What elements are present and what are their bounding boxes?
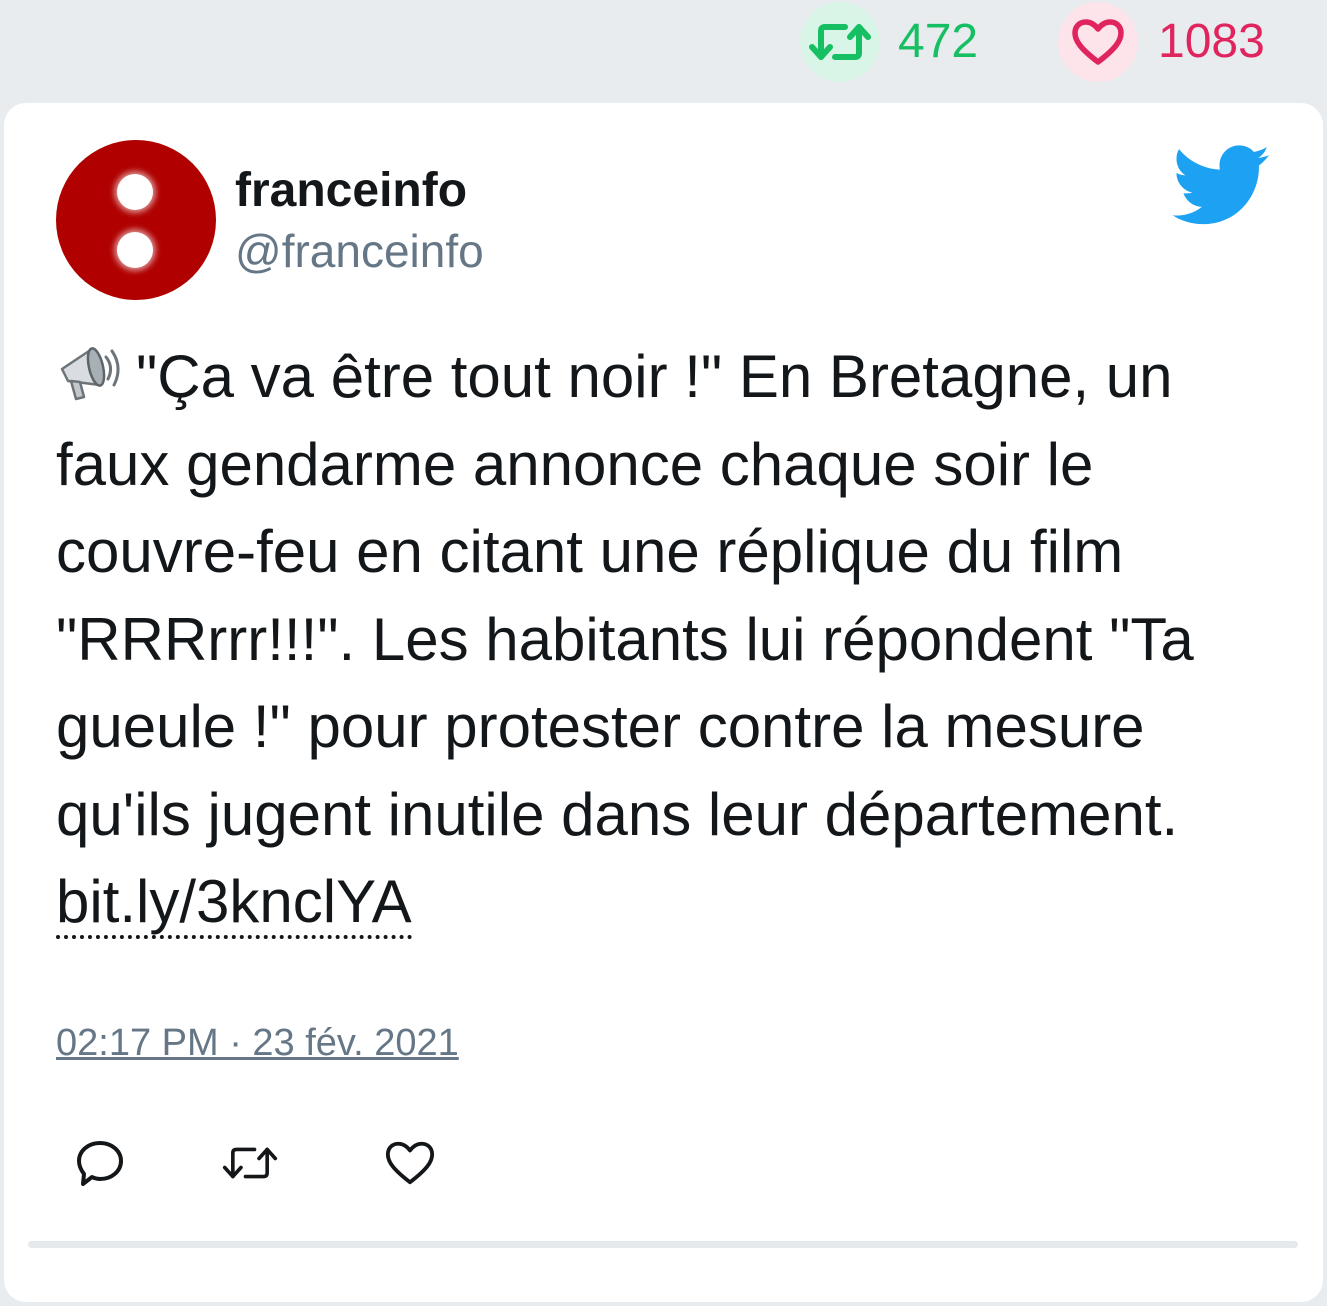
author-name[interactable]: franceinfo (235, 163, 467, 219)
heart-icon (385, 1141, 435, 1185)
retweet-count-button[interactable] (800, 2, 880, 82)
tweet-text: "Ça va être tout noir !" En Bretagne, un… (56, 333, 1256, 946)
like-count-button[interactable] (1058, 2, 1138, 82)
tweet-card: franceinfo @franceinfo "Ça va être tout … (4, 103, 1323, 1302)
like-count: 1083 (1158, 15, 1265, 68)
reply-button[interactable] (72, 1135, 128, 1191)
retweet-icon (809, 24, 871, 60)
tweet-link[interactable]: bit.ly/3knclYA (56, 868, 412, 939)
megaphone-icon (60, 347, 120, 401)
tweet-timestamp[interactable]: 02:17 PM · 23 fév. 2021 (56, 1021, 459, 1065)
avatar[interactable] (56, 140, 216, 300)
retweet-button[interactable] (222, 1135, 278, 1191)
retweet-icon (222, 1147, 278, 1179)
engagement-stats: 472 1083 (0, 0, 1327, 100)
heart-icon (1072, 19, 1124, 65)
divider (28, 1241, 1298, 1248)
retweet-count: 472 (898, 15, 979, 68)
tweet-body: "Ça va être tout noir !" En Bretagne, un… (56, 343, 1194, 848)
author-handle[interactable]: @franceinfo (235, 223, 484, 279)
like-button[interactable] (382, 1135, 438, 1191)
twitter-bird-icon[interactable] (1172, 145, 1272, 227)
reply-icon (77, 1141, 123, 1186)
